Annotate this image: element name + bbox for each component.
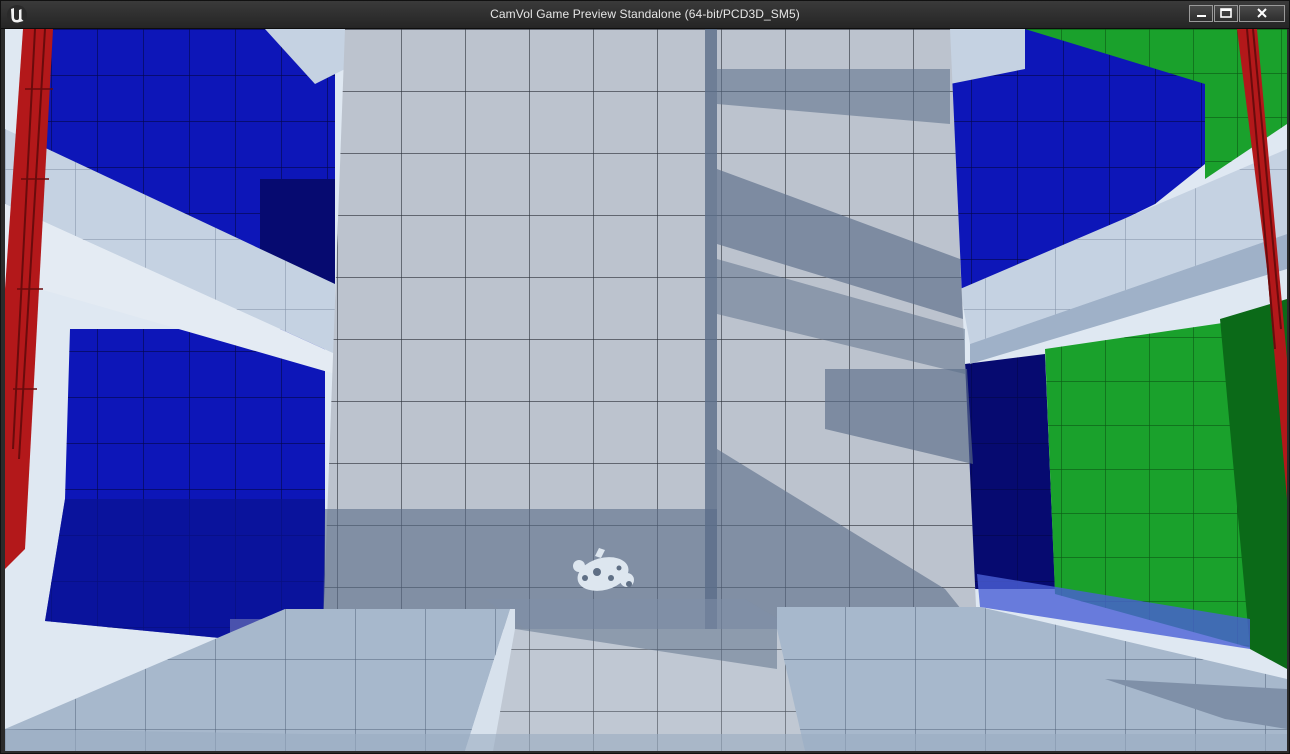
maximize-icon [1220, 8, 1232, 18]
close-icon [1257, 8, 1267, 18]
window-title: CamVol Game Preview Standalone (64-bit/P… [490, 7, 800, 21]
title-bar[interactable]: CamVol Game Preview Standalone (64-bit/P… [1, 1, 1289, 29]
front-gap-floor [493, 629, 805, 751]
central-tower [323, 29, 977, 629]
blue-block-bottom-left [45, 329, 325, 639]
close-button[interactable] [1239, 5, 1285, 22]
scene-render [5, 29, 1287, 751]
maximize-button[interactable] [1214, 5, 1238, 22]
minimize-button[interactable] [1189, 5, 1213, 22]
game-window: CamVol Game Preview Standalone (64-bit/P… [0, 0, 1290, 754]
minimize-icon [1197, 15, 1206, 17]
game-viewport[interactable] [5, 29, 1287, 751]
